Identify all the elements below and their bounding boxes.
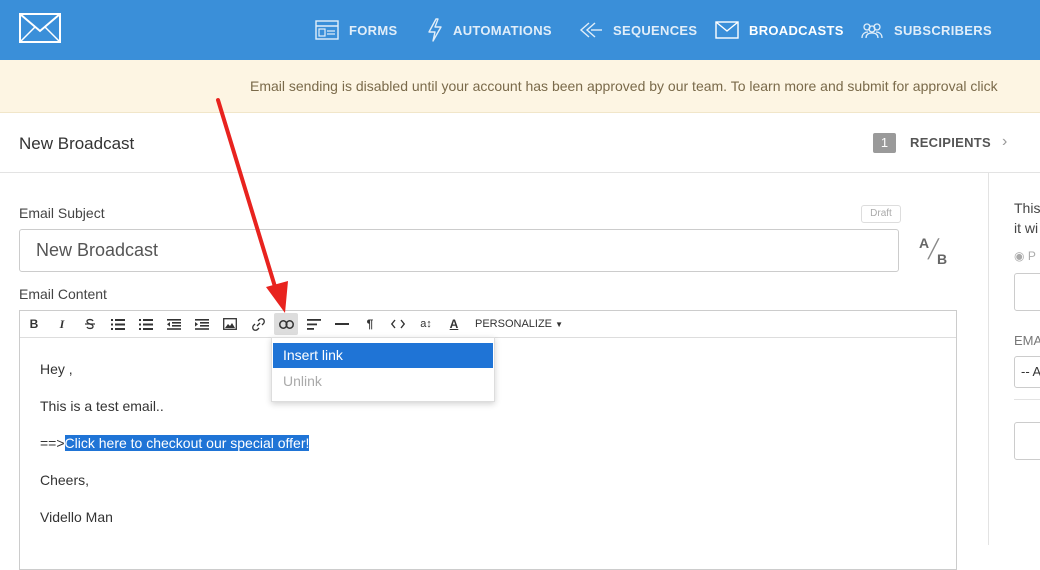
nav-automations[interactable]: AUTOMATIONS [427, 0, 552, 60]
sequences-icon [579, 22, 602, 38]
approval-banner-text: Email sending is disabled until your acc… [250, 78, 998, 94]
arrow-prefix: ==> [40, 435, 65, 451]
personalize-label: PERSONALIZE [475, 318, 553, 330]
envelope-icon [715, 21, 739, 39]
envelope-logo-icon[interactable] [19, 13, 61, 43]
step-number-badge[interactable]: 1 [873, 133, 896, 153]
horizontal-rule-icon [335, 323, 349, 325]
insert-link-menu-item[interactable]: Insert link [273, 343, 493, 368]
personalize-dropdown[interactable]: PERSONALIZE ▼ [475, 313, 563, 335]
email-subject-input[interactable]: New Broadcast [19, 229, 899, 272]
panel-action-box[interactable] [1014, 422, 1040, 460]
forms-icon [315, 20, 339, 40]
top-navbar: FORMS AUTOMATIONS SEQUENCES BROADCASTS S… [0, 0, 1040, 60]
horizontal-rule-button[interactable] [331, 313, 353, 335]
font-size-button[interactable]: a↕ [415, 313, 437, 335]
preview-text-label: ◉ P [1014, 249, 1036, 263]
code-icon [391, 319, 405, 329]
draft-badge: Draft [861, 205, 901, 223]
panel-text-line: it wi [1014, 220, 1039, 236]
ab-test-toggle[interactable]: A ╱ B [916, 233, 952, 269]
code-button[interactable] [387, 313, 409, 335]
bold-button[interactable]: B [23, 313, 45, 335]
font-size-icon: a↕ [420, 318, 432, 330]
link-dropdown-menu: Insert link Unlink [271, 337, 495, 402]
right-settings-panel: This it wi ◉ P EMA -- A [988, 173, 1040, 545]
indent-icon [195, 318, 209, 330]
approval-banner: Email sending is disabled until your acc… [0, 60, 1040, 113]
paragraph-button[interactable]: ¶ [359, 313, 381, 335]
people-icon [861, 23, 883, 39]
nav-sequences-label: SEQUENCES [613, 22, 698, 38]
link-options-button[interactable] [274, 313, 298, 335]
outdent-button[interactable] [163, 313, 185, 335]
nav-forms[interactable]: FORMS [315, 0, 397, 60]
nav-forms-label: FORMS [349, 22, 398, 38]
email-subject-label: Email Subject [19, 205, 105, 221]
italic-button[interactable]: I [51, 313, 73, 335]
align-left-icon [307, 318, 321, 330]
outdent-icon [167, 318, 181, 330]
lightning-icon [428, 18, 442, 42]
body-line: This is a test email.. [40, 398, 164, 414]
chain-link-icon [278, 319, 294, 329]
text-color-icon: A [449, 317, 459, 331]
link-icon [251, 317, 265, 331]
preview-label: P [1027, 249, 1036, 263]
page-title: New Broadcast [19, 134, 135, 153]
bullet-list-icon [111, 318, 125, 330]
page-header: New Broadcast 1 RECIPIENTS › [0, 113, 1040, 173]
nav-sequences[interactable]: SEQUENCES [579, 0, 697, 60]
bullet-list-button[interactable] [107, 313, 129, 335]
preview-text-input[interactable] [1014, 273, 1040, 311]
body-line: Hey , [40, 361, 73, 377]
body-line-link: ==>Click here to checkout our special of… [40, 435, 310, 452]
link-button[interactable] [247, 313, 269, 335]
step-recipients-link[interactable]: RECIPIENTS [910, 135, 991, 150]
nav-subscribers-label: SUBSCRIBERS [894, 22, 992, 38]
nav-automations-label: AUTOMATIONS [453, 22, 552, 38]
panel-divider [1014, 399, 1040, 400]
eye-icon: ◉ [1014, 249, 1025, 263]
numbered-list-button[interactable] [135, 313, 157, 335]
caret-down-icon: ▼ [555, 320, 564, 329]
email-content-label: Email Content [19, 286, 107, 302]
ab-b-letter: B [937, 251, 948, 267]
editor-toolbar: B I ¶ a↕ A PERSONALIZE ▼ [20, 311, 956, 338]
body-line: Cheers, [40, 472, 90, 488]
strikethrough-icon [85, 318, 95, 330]
body-line: Vidello Man [40, 509, 113, 525]
align-button[interactable] [303, 313, 325, 335]
unlink-menu-item[interactable]: Unlink [273, 369, 493, 394]
email-template-label: EMA [1014, 333, 1040, 348]
email-body[interactable]: Hey , This is a test email.. ==>Click he… [40, 361, 310, 546]
image-button[interactable] [219, 313, 241, 335]
selected-offer-link-text[interactable]: Click here to checkout our special offer… [64, 435, 310, 451]
nav-broadcasts[interactable]: BROADCASTS [715, 0, 844, 60]
numbered-list-icon [139, 318, 153, 330]
chevron-right-icon[interactable]: › [1002, 133, 1007, 151]
nav-broadcasts-label: BROADCASTS [749, 22, 844, 38]
indent-button[interactable] [191, 313, 213, 335]
image-icon [223, 318, 237, 330]
strikethrough-button[interactable] [79, 313, 101, 335]
pilcrow-icon: ¶ [366, 317, 374, 331]
text-color-button[interactable]: A [443, 313, 465, 335]
nav-subscribers[interactable]: SUBSCRIBERS [860, 0, 992, 60]
email-template-select[interactable]: -- A [1014, 356, 1040, 388]
panel-text-line: This [1014, 200, 1040, 216]
